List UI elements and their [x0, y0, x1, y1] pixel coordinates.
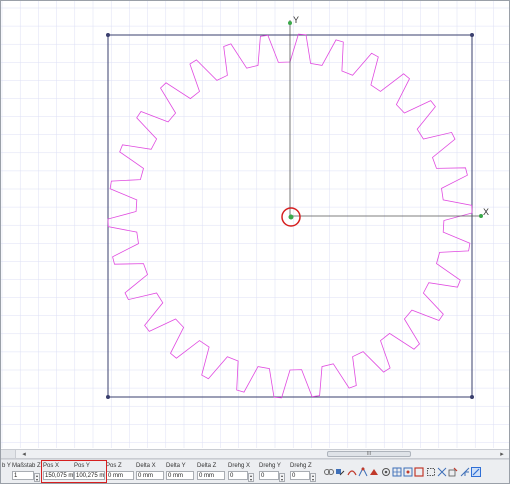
field-label: Pos Y [74, 463, 90, 469]
rotate-z-field: Drehg Z 0 ▴ ▾ [290, 462, 320, 482]
snap-intersect-icon[interactable] [437, 467, 447, 477]
scale-z-field: Maßstab Z 1 ▴ ▾ [12, 462, 42, 482]
delta-y-input[interactable]: 0 mm [166, 471, 194, 480]
corner-handle[interactable] [106, 395, 110, 399]
pos-y-field: Pos Y 100,275 m [74, 462, 106, 480]
field-label: Pos X [43, 463, 60, 469]
rotate-z-input[interactable]: 0 [290, 471, 310, 480]
pos-z-input[interactable]: 0 mm [106, 471, 134, 480]
snap-endpoint-icon[interactable] [358, 466, 368, 477]
snap-target-icon[interactable] [381, 467, 391, 477]
chain-link-icon[interactable] [324, 467, 334, 477]
snap-box-icon[interactable] [414, 467, 424, 477]
corner-handle[interactable] [106, 33, 110, 37]
rotate-x-input[interactable]: 0 [228, 471, 248, 480]
field-label: Delta Y [166, 463, 186, 469]
snap-tangent-icon[interactable] [448, 467, 458, 477]
field-label: Drehg X [228, 463, 251, 469]
snap-color-icon[interactable] [369, 467, 379, 477]
spinner-arrows-icon[interactable]: ▴ ▾ [34, 473, 40, 482]
corner-handle[interactable] [470, 33, 474, 37]
cad-window: Y X ◂ III ▸ b Y Maßstab Z 1 ▴ ▾ Pos X 150… [0, 0, 510, 484]
x-axis-label: X [483, 207, 489, 217]
delta-z-field: Delta Z 0 mm [197, 462, 227, 480]
field-label: Drehg Y [259, 463, 281, 469]
horizontal-scrollbar[interactable]: ◂ III ▸ [1, 449, 509, 459]
transform-toolbar: b Y Maßstab Z 1 ▴ ▾ Pos X 150,075 m Pos Y… [1, 459, 509, 483]
grid [1, 1, 509, 448]
snap-object-icon[interactable] [335, 467, 345, 477]
rotate-y-input[interactable]: 0 [259, 471, 279, 480]
spinner-arrows-icon[interactable]: ▴ ▾ [279, 473, 285, 482]
scale-z-input[interactable]: 1 [12, 471, 34, 480]
scale-y-field: b Y [2, 462, 12, 470]
rotate-y-field: Drehg Y 0 ▴ ▾ [259, 462, 289, 482]
scroll-thumb[interactable]: III [327, 451, 411, 457]
field-label: Drehg Z [290, 463, 312, 469]
pos-z-field: Pos Z 0 mm [106, 462, 136, 480]
snap-midpoint-icon[interactable] [403, 467, 413, 477]
y-axis-label: Y [293, 15, 299, 25]
scroll-right-arrow-icon[interactable]: ▸ [495, 450, 509, 458]
delta-x-input[interactable]: 0 mm [136, 471, 164, 480]
field-label: Maßstab Z [12, 463, 41, 469]
pos-x-field: Pos X 150,075 m [43, 462, 75, 480]
snap-active-icon[interactable] [470, 467, 481, 477]
snap-frame-icon[interactable] [426, 467, 436, 477]
snap-perpendicular-icon[interactable] [460, 467, 470, 477]
drawing-svg[interactable]: Y X [1, 1, 509, 448]
field-label: Delta X [136, 463, 156, 469]
pos-y-input[interactable]: 100,275 m [74, 471, 105, 480]
field-label: Delta Z [197, 463, 217, 469]
delta-x-field: Delta X 0 mm [136, 462, 166, 480]
pos-x-input[interactable]: 150,075 m [43, 471, 74, 480]
delta-z-input[interactable]: 0 mm [197, 471, 225, 480]
rotate-x-field: Drehg X 0 ▴ ▾ [228, 462, 258, 482]
snap-curve-icon[interactable] [347, 467, 357, 477]
scroll-start-button[interactable] [1, 450, 16, 458]
corner-handle[interactable] [470, 395, 474, 399]
spinner-arrows-icon[interactable]: ▴ ▾ [248, 473, 254, 482]
drawing-canvas[interactable]: Y X [1, 1, 509, 448]
field-label: b Y [2, 463, 11, 469]
spinner-arrows-icon[interactable]: ▴ ▾ [310, 473, 316, 482]
delta-y-field: Delta Y 0 mm [166, 462, 196, 480]
origin-handle[interactable] [288, 214, 294, 220]
y-axis-handle[interactable] [288, 21, 292, 25]
scroll-left-arrow-icon[interactable]: ◂ [17, 450, 31, 458]
snap-grid-icon[interactable] [392, 467, 402, 477]
field-label: Pos Z [106, 463, 122, 469]
